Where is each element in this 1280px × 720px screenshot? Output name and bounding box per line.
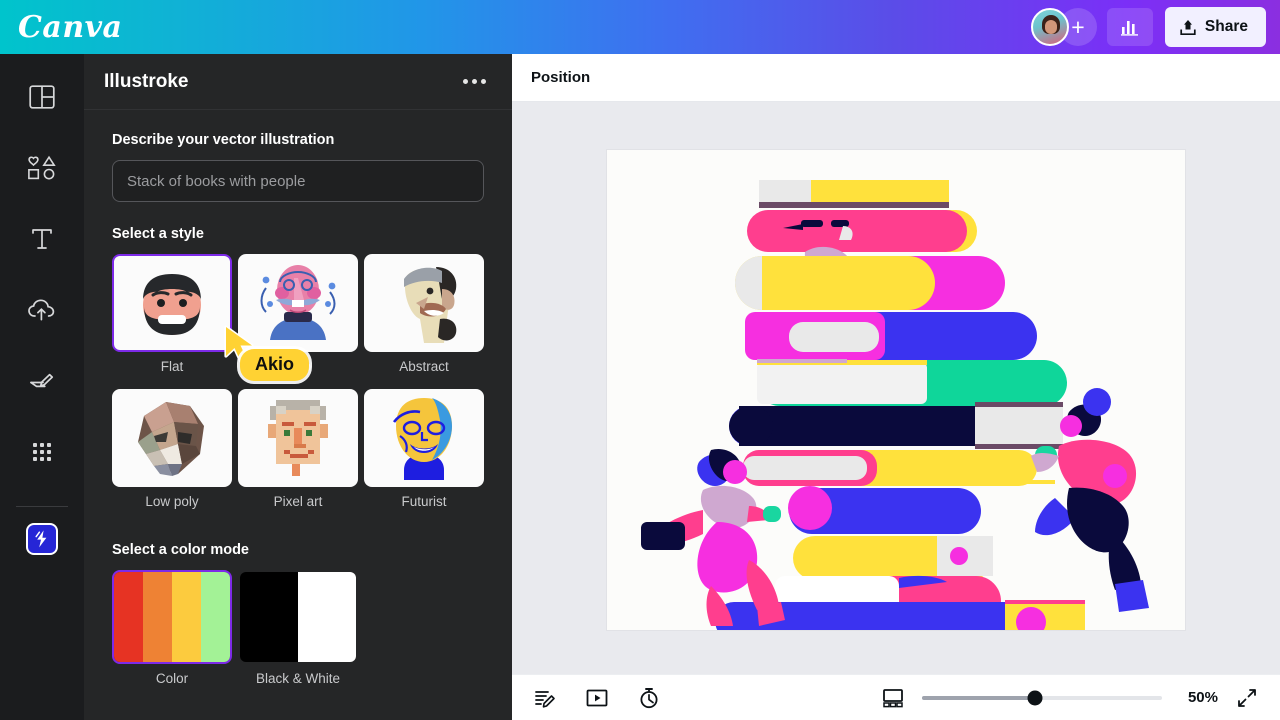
style-grid: Flat Akio Abstract Low poly Pixel art Fu… [112,254,484,518]
style-option-futurist[interactable]: Futurist [364,389,484,518]
bar-chart-icon [1120,18,1140,36]
elements-shapes-icon [26,155,58,181]
page-view-icon [882,688,904,708]
color-option-color[interactable]: Color [112,570,232,686]
zoom-controls: 50% [878,683,1262,713]
flat-face-illustration [143,274,201,335]
analytics-button[interactable] [1106,8,1153,46]
text-icon [29,226,55,252]
canva-editor: Canva + Share Illustroke Describe your v… [0,0,1280,720]
zoom-slider-knob[interactable] [1027,690,1043,705]
top-bar-actions: + Share [1030,7,1266,47]
sidebar-item-draw[interactable] [12,354,72,408]
draw-pen-icon [27,369,57,393]
top-bar: Canva + Share [0,0,1280,54]
color-option-black-white[interactable]: Black & White [238,570,358,686]
notes-button[interactable] [530,683,560,713]
color-mode-label: Select a color mode [112,542,249,558]
color-mode-grid: Color Black & White [112,570,484,686]
design-templates-icon [29,85,55,109]
rail-divider [16,506,68,507]
style-name-flat: Flat [160,359,184,374]
present-play-icon [586,688,608,708]
style-thumb-abstract[interactable] [364,254,484,352]
apps-grid-icon [30,440,54,464]
style-option-akio[interactable]: Akio [238,254,358,383]
collaborators: + [1030,8,1097,46]
style-label: Select a style [112,226,204,242]
zoom-level: 50% [1187,689,1218,706]
color-thumb-black-white[interactable] [238,570,358,664]
style-option-flat[interactable]: Flat [112,254,232,383]
low-poly-face-illustration [138,402,204,476]
cloud-upload-icon [27,298,57,322]
share-label: Share [1204,18,1248,35]
sidebar-item-uploads[interactable] [12,283,72,337]
style-option-pixel-art[interactable]: Pixel art [238,389,358,518]
prompt-label: Describe your vector illustration [112,132,335,148]
color-thumb-color[interactable] [112,570,232,664]
style-thumb-flat[interactable] [112,254,232,352]
color-name-color: Color [155,671,189,686]
style-name-pixel-art: Pixel art [273,494,323,509]
share-button[interactable]: Share [1164,7,1266,47]
present-button[interactable] [582,683,612,713]
sidebar-item-elements[interactable] [12,141,72,195]
stack-of-books-illustration [607,150,1185,630]
futurist-face-illustration [392,398,452,480]
fullscreen-icon [1237,688,1257,708]
position-bar: Position [512,54,1280,102]
bottom-toolbar: 50% [512,674,1280,720]
color-name-black-white: Black & White [255,671,341,686]
prompt-input[interactable] [112,160,484,202]
sidebar-app-illustroke[interactable] [26,523,58,555]
page-view-button[interactable] [878,683,908,713]
sidebar-item-text[interactable] [12,212,72,266]
fullscreen-button[interactable] [1232,683,1262,713]
avatar[interactable] [1030,8,1069,46]
style-option-abstract[interactable]: Abstract [364,254,484,383]
zoom-slider-fill [922,695,1035,700]
page-title: Illustroke [104,70,189,92]
style-thumb-akio[interactable] [238,254,358,352]
style-thumb-futurist[interactable] [364,389,484,487]
sidebar-item-design[interactable] [12,70,72,124]
illustroke-panel: Illustroke Describe your vector illustra… [84,54,512,720]
style-thumb-pixel-art[interactable] [238,389,358,487]
style-thumb-low-poly[interactable] [112,389,232,487]
panel-header: Illustroke [84,54,512,110]
zoom-slider[interactable] [922,690,1162,705]
illustroke-lightning-icon [28,525,56,553]
sidebar-item-apps[interactable] [12,425,72,479]
style-option-low-poly[interactable]: Low poly [112,389,232,518]
akio-face-illustration [260,265,336,340]
canva-logo[interactable]: Canva [18,10,123,45]
pixel-art-face-illustration [268,400,328,476]
bottom-tools [530,683,664,713]
editor-area: Position 50% [512,54,1280,720]
style-name-low-poly: Low poly [145,494,199,509]
notes-edit-icon [534,687,556,709]
abstract-face-illustration [404,267,457,343]
more-options-icon[interactable] [456,64,492,100]
design-page[interactable] [607,150,1185,630]
style-name-abstract: Abstract [399,359,449,374]
timer-icon [638,687,660,709]
panel-body: Describe your vector illustration Select… [84,110,512,686]
style-name-futurist: Futurist [401,494,447,509]
upload-icon [1179,18,1197,37]
position-button[interactable]: Position [531,69,590,86]
canvas-area[interactable] [512,102,1280,674]
style-name-akio: Akio [284,359,312,374]
left-rail [0,54,84,720]
timer-button[interactable] [634,683,664,713]
